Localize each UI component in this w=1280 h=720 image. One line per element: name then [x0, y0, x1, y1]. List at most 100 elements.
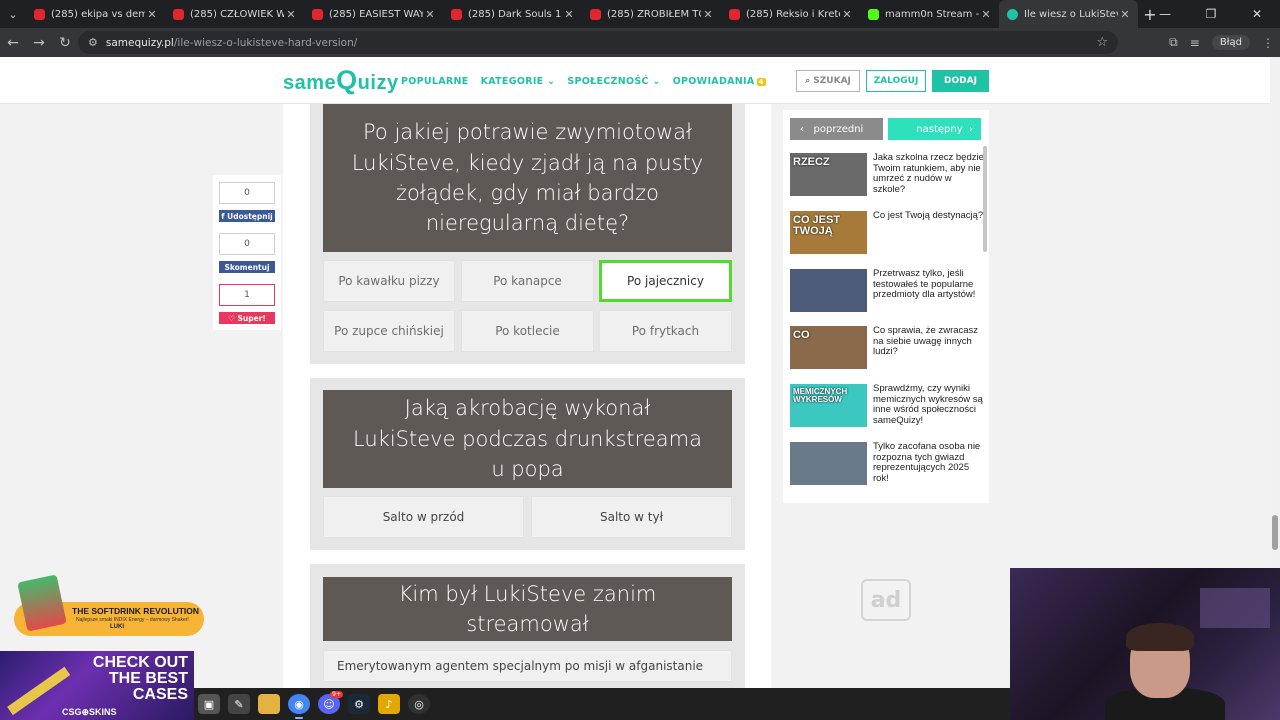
- sidebar-quiz-item[interactable]: Tylko zacofana osoba nie rozpozna tych g…: [790, 441, 986, 485]
- csgo-skins-promo-overlay: CHECK OUT THE BEST CASES CSG⊕SKINS: [0, 651, 194, 720]
- quiz-title: Przetrwasz tylko, jeśli testowałeś te po…: [873, 268, 976, 301]
- sidebar-quiz-item[interactable]: Przetrwasz tylko, jeśli testowałeś te po…: [790, 268, 986, 312]
- quiz-title: Co sprawia, że zwracasz na siebie uwagę …: [873, 325, 979, 358]
- tab-search-icon[interactable]: ⌄: [0, 0, 26, 28]
- question-title: Po jakiej potrawie zwymiotował LukiSteve…: [323, 104, 732, 252]
- share-facebook-button[interactable]: f Udostępnij: [219, 210, 275, 222]
- sidebar-quiz-item[interactable]: CO JEST TWOJĄ Co jest Twoją destynacją?: [790, 210, 986, 254]
- samequizy-icon: [1007, 8, 1018, 20]
- close-window-icon[interactable]: ✕: [1234, 0, 1280, 28]
- nav-popularne[interactable]: POPULARNE: [401, 76, 469, 87]
- chevron-right-icon: ›: [962, 123, 973, 135]
- question-block: Po jakiej potrawie zwymiotował LukiSteve…: [310, 104, 745, 364]
- close-icon[interactable]: ✕: [701, 8, 715, 21]
- browser-tab[interactable]: mamm0n Stream - Watch ✕: [860, 0, 999, 28]
- answer-option[interactable]: Po zupce chińskiej: [323, 310, 455, 352]
- answer-option[interactable]: Salto w przód: [323, 496, 524, 538]
- browser-tab[interactable]: (285) ZROBIŁEM TO! NO H ✕: [582, 0, 721, 28]
- forward-icon[interactable]: →: [26, 28, 52, 57]
- close-icon[interactable]: ✕: [840, 8, 854, 21]
- sidebar-scrollbar[interactable]: [983, 146, 987, 252]
- quiz-thumbnail: [790, 269, 867, 312]
- back-icon[interactable]: ←: [0, 28, 26, 57]
- chevron-down-icon: ⌄: [547, 76, 556, 87]
- nav-spolecznosc[interactable]: SPOŁECZNOŚĆ ⌄: [567, 76, 660, 87]
- sidebar-quiz-item[interactable]: MEMICZNYCH WYKRESÓW Sprawdźmy, czy wynik…: [790, 383, 986, 427]
- sidebar-quiz-item[interactable]: CO Co sprawia, że zwracasz na siebie uwa…: [790, 325, 986, 369]
- browser-tab[interactable]: (285) Reksio i Kretes: Sem ✕: [721, 0, 860, 28]
- super-button[interactable]: ♡ Super!: [219, 312, 275, 324]
- promo-line: CASES: [132, 686, 188, 703]
- answer-option[interactable]: Po kanapce: [461, 260, 594, 302]
- thumb-text: RZECZ: [793, 156, 830, 168]
- question-title: Jaką akrobację wykonał LukiSteve podczas…: [323, 390, 732, 488]
- address-bar[interactable]: ⚙ samequizy.pl /ile-wiesz-o-lukisteve-ha…: [78, 31, 1118, 54]
- browser-tab-active[interactable]: Ile wiesz o LukiSteve [Har ✕: [999, 0, 1138, 28]
- browser-menu-icon[interactable]: ⋮: [1262, 36, 1274, 50]
- file-explorer-icon[interactable]: [258, 694, 280, 714]
- app-icon[interactable]: ✎: [228, 694, 250, 714]
- comment-count: 0: [219, 233, 275, 255]
- browser-tab[interactable]: (285) Dark Souls 1 PS4 Re ✕: [443, 0, 582, 28]
- app-icon[interactable]: ♪: [378, 694, 400, 714]
- chevron-down-icon: ⌄: [652, 76, 661, 87]
- promo-code: LUKI: [110, 624, 124, 630]
- answer-option[interactable]: Emerytowanym agentem specjalnym po misji…: [323, 650, 732, 682]
- browser-tab[interactable]: (285) EASIEST WAY How I ✕: [304, 0, 443, 28]
- answer-option[interactable]: Po kotlecie: [461, 310, 594, 352]
- samequizy-logo[interactable]: sameQuizy: [283, 65, 399, 96]
- nav-opowiadania[interactable]: OPOWIADANIA 4: [673, 76, 766, 87]
- question-title: Kim był LukiSteve zanim streamował: [323, 577, 732, 641]
- search-button[interactable]: ⌕ SZUKAJ: [796, 70, 860, 92]
- answer-option[interactable]: Po frytkach: [599, 310, 732, 352]
- promo-brand: CSG⊕SKINS: [62, 707, 117, 717]
- site-info-icon[interactable]: ⚙: [88, 36, 98, 49]
- answer-option[interactable]: Salto w tył: [531, 496, 732, 538]
- tab-title: (285) Reksio i Kretes: Sem: [746, 8, 840, 20]
- tab-title: mamm0n Stream - Watch: [885, 8, 979, 20]
- reload-icon[interactable]: ↻: [52, 28, 78, 57]
- minimize-icon[interactable]: —: [1142, 0, 1188, 28]
- promo-subtitle: Najlepsze smaki INDIX Energy – darmowy S…: [76, 617, 189, 623]
- tab-title: (285) ekipa vs demonolo: [51, 8, 145, 20]
- bookmark-star-icon[interactable]: ☆: [1096, 35, 1108, 50]
- softdrink-promo-overlay: THE SOFTDRINK REVOLUTION Najlepsze smaki…: [14, 574, 204, 638]
- comment-button[interactable]: Skomentuj: [219, 261, 275, 273]
- logo-suffix: uizy: [357, 72, 399, 94]
- close-icon[interactable]: ✕: [423, 8, 437, 21]
- close-icon[interactable]: ✕: [979, 8, 993, 21]
- previous-quiz-button[interactable]: ‹ poprzedni: [790, 118, 883, 140]
- tab-title: (285) CZŁOWIEK WIELU T: [190, 8, 284, 20]
- close-icon[interactable]: ✕: [145, 8, 159, 21]
- chrome-icon[interactable]: ◉: [288, 694, 310, 719]
- sidebar-quiz-item[interactable]: RZECZ Jaka szkolna rzecz będzie Twoim ra…: [790, 152, 986, 196]
- close-icon[interactable]: ✕: [1118, 8, 1132, 21]
- nav-spolecznosc-label: SPOŁECZNOŚĆ: [567, 76, 649, 87]
- tab-title: (285) EASIEST WAY How I: [329, 8, 423, 20]
- task-view-icon[interactable]: ▣: [198, 694, 220, 714]
- webcam-person-hair: [1126, 623, 1194, 651]
- login-button[interactable]: ZALOGUJ: [866, 70, 926, 92]
- extensions-icon[interactable]: ⧉: [1169, 35, 1178, 50]
- browser-tab[interactable]: (285) ekipa vs demonolo ✕: [26, 0, 165, 28]
- ad-placeholder: ad: [861, 579, 911, 621]
- maximize-icon[interactable]: ❐: [1188, 0, 1234, 28]
- profile-button[interactable]: Błąd: [1211, 35, 1250, 50]
- media-control-icon[interactable]: ≡: [1190, 36, 1200, 50]
- steam-icon[interactable]: ⚙: [348, 694, 370, 714]
- next-quiz-button[interactable]: następny ›: [888, 118, 981, 140]
- nav-kategorie[interactable]: KATEGORIE ⌄: [481, 76, 556, 87]
- promo-title: THE SOFTDRINK REVOLUTION: [72, 606, 200, 616]
- browser-toolbar: ← → ↻ ⚙ samequizy.pl /ile-wiesz-o-lukist…: [0, 28, 1280, 57]
- obs-icon[interactable]: ◎: [408, 694, 430, 714]
- answer-option[interactable]: Po kawałku pizzy: [323, 260, 455, 302]
- add-button[interactable]: DODAJ: [932, 70, 989, 92]
- browser-tab[interactable]: (285) CZŁOWIEK WIELU T ✕: [165, 0, 304, 28]
- discord-icon[interactable]: ☺ 9+: [318, 691, 343, 714]
- close-icon[interactable]: ✕: [284, 8, 298, 21]
- window-controls: — ❐ ✕: [1142, 0, 1280, 28]
- answer-option-selected[interactable]: Po jajecznicy: [599, 260, 732, 302]
- close-icon[interactable]: ✕: [562, 8, 576, 21]
- share-label: Udostępnij: [227, 211, 273, 221]
- page-scrollbar-thumb[interactable]: [1272, 515, 1278, 550]
